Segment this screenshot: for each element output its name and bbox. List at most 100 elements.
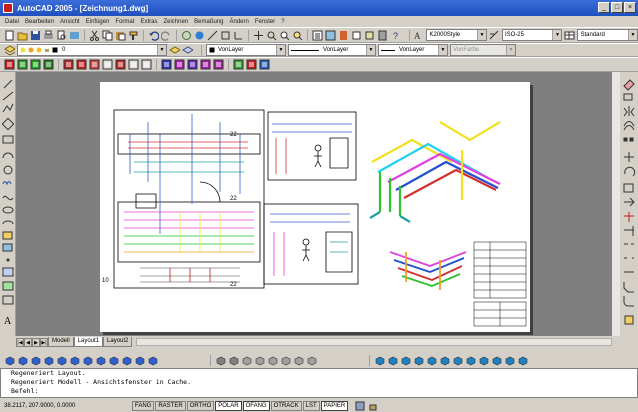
undo-icon[interactable]	[148, 30, 160, 41]
status-papier-button[interactable]: PAPIER	[320, 400, 349, 411]
markup-icon[interactable]	[364, 30, 375, 41]
last-tab-icon[interactable]: ▶|	[40, 337, 48, 347]
maximize-button[interactable]: □	[611, 2, 623, 13]
horizontal-scrollbar[interactable]	[136, 338, 612, 346]
view-tool-28-icon[interactable]	[465, 355, 476, 366]
custom-tool-6-icon[interactable]	[76, 59, 87, 70]
view-tool-14-icon[interactable]	[228, 355, 239, 366]
custom-tool-14-icon[interactable]	[187, 59, 198, 70]
view-tool-26-icon[interactable]	[439, 355, 450, 366]
make-object-layer-current-icon[interactable]	[169, 45, 181, 56]
menu-ansicht[interactable]: Ansicht	[57, 19, 83, 25]
save-icon[interactable]	[30, 30, 41, 41]
custom-tool-1-icon[interactable]	[4, 59, 15, 70]
new-file-icon[interactable]	[4, 30, 15, 41]
view-tool-30-icon[interactable]	[491, 355, 502, 366]
view-tool-20-icon[interactable]	[306, 355, 317, 366]
next-tab-icon[interactable]: ▶	[32, 337, 40, 347]
custom-tool-7-icon[interactable]	[89, 59, 100, 70]
sheet-set-icon[interactable]	[351, 30, 362, 41]
pan-icon[interactable]	[253, 30, 264, 41]
drawing-canvas[interactable]: 10 22 22 22	[16, 72, 612, 336]
custom-tool-17-icon[interactable]	[233, 59, 244, 70]
view-tool-12-icon[interactable]	[147, 355, 158, 366]
help-icon[interactable]: ?	[390, 30, 401, 41]
view-tool-6-icon[interactable]	[69, 355, 80, 366]
status-fang-button[interactable]: FANG	[132, 400, 155, 411]
view-tool-18-icon[interactable]	[280, 355, 291, 366]
menu-bearbeiten[interactable]: Bearbeiten	[22, 19, 57, 25]
vertical-scrollbar[interactable]	[612, 72, 620, 336]
view-tool-22-icon[interactable]	[387, 355, 398, 366]
command-line[interactable]: Regeneriert Layout. Regeneriert Modell -…	[0, 368, 638, 398]
view-tool-8-icon[interactable]	[95, 355, 106, 366]
hyperlink-icon[interactable]	[194, 30, 205, 41]
status-ofang-button[interactable]: OFANG	[242, 400, 270, 411]
copy-icon[interactable]	[102, 30, 113, 41]
status-ortho-button[interactable]: ORTHO	[186, 400, 215, 411]
custom-tool-4-icon[interactable]	[43, 59, 54, 70]
tab-layout2[interactable]: Layout2	[103, 337, 133, 347]
zoom-window-icon[interactable]	[279, 30, 290, 41]
menu-help[interactable]: ?	[278, 19, 287, 25]
custom-tool-10-icon[interactable]	[128, 59, 139, 70]
table-style-icon[interactable]	[564, 30, 575, 41]
custom-tool-12-icon[interactable]	[161, 59, 172, 70]
layer-previous-icon[interactable]	[182, 45, 194, 56]
custom-tool-18-icon[interactable]	[246, 59, 257, 70]
view-tool-9-icon[interactable]	[108, 355, 119, 366]
view-tool-23-icon[interactable]	[400, 355, 411, 366]
view-tool-24-icon[interactable]	[413, 355, 424, 366]
menu-fenster[interactable]: Fenster	[252, 19, 278, 25]
open-folder-icon[interactable]	[17, 30, 28, 41]
color-select[interactable]: VonLayer ▼	[206, 44, 286, 56]
text-style-select[interactable]: K2000Style ▼	[426, 29, 487, 41]
3d-orbit-icon[interactable]	[181, 30, 192, 41]
calculator-icon[interactable]	[377, 30, 388, 41]
tab-layout1[interactable]: Layout1	[73, 337, 104, 347]
lock-toolbar-icon[interactable]	[368, 401, 378, 411]
view-tool-27-icon[interactable]	[452, 355, 463, 366]
ucs-icon[interactable]	[233, 30, 244, 41]
zoom-previous-icon[interactable]	[292, 30, 303, 41]
paste-icon[interactable]	[115, 30, 126, 41]
status-raster-button[interactable]: RASTER	[155, 400, 186, 411]
custom-tool-9-icon[interactable]	[115, 59, 126, 70]
linetype-select[interactable]: VonLayer ▼	[288, 44, 376, 56]
menu-einfuegen[interactable]: Einfügen	[83, 19, 113, 25]
publish-icon[interactable]	[69, 30, 80, 41]
view-tool-31-icon[interactable]	[504, 355, 515, 366]
view-tool-17-icon[interactable]	[267, 355, 278, 366]
cut-icon[interactable]	[89, 30, 100, 41]
view-tool-29-icon[interactable]	[478, 355, 489, 366]
communication-center-icon[interactable]	[355, 401, 365, 411]
custom-tool-11-icon[interactable]	[141, 59, 152, 70]
status-lst-button[interactable]: LST	[302, 400, 320, 411]
menu-extras[interactable]: Extras	[137, 19, 160, 25]
view-tool-1-icon[interactable]	[4, 355, 15, 366]
text-style-icon[interactable]: A	[413, 30, 424, 41]
custom-tool-19-icon[interactable]	[259, 59, 270, 70]
custom-tool-3-icon[interactable]	[30, 59, 41, 70]
first-tab-icon[interactable]: |◀	[16, 337, 24, 347]
view-tool-32-icon[interactable]	[517, 355, 528, 366]
previous-tab-icon[interactable]: ◀	[24, 337, 32, 347]
view-tool-13-icon[interactable]	[215, 355, 226, 366]
dim-style-select[interactable]: ISO-25 ▼	[501, 29, 563, 41]
menu-datei[interactable]: Datei	[2, 19, 22, 25]
autocad-app-icon[interactable]	[3, 3, 13, 13]
layer-select[interactable]: 0 ▼	[17, 44, 167, 56]
menu-format[interactable]: Format	[112, 19, 137, 25]
view-tool-5-icon[interactable]	[56, 355, 67, 366]
view-tool-19-icon[interactable]	[293, 355, 304, 366]
custom-tool-8-icon[interactable]	[102, 59, 113, 70]
custom-tool-15-icon[interactable]	[200, 59, 211, 70]
menu-zeichnen[interactable]: Zeichnen	[160, 19, 191, 25]
dim-style-icon[interactable]	[489, 30, 500, 41]
close-button[interactable]: ×	[624, 2, 636, 13]
view-tool-2-icon[interactable]	[17, 355, 28, 366]
view-tool-11-icon[interactable]	[134, 355, 145, 366]
redo-icon[interactable]	[160, 30, 172, 41]
lineweight-select[interactable]: VonLayer ▼	[378, 44, 448, 56]
print-preview-icon[interactable]	[56, 30, 67, 41]
